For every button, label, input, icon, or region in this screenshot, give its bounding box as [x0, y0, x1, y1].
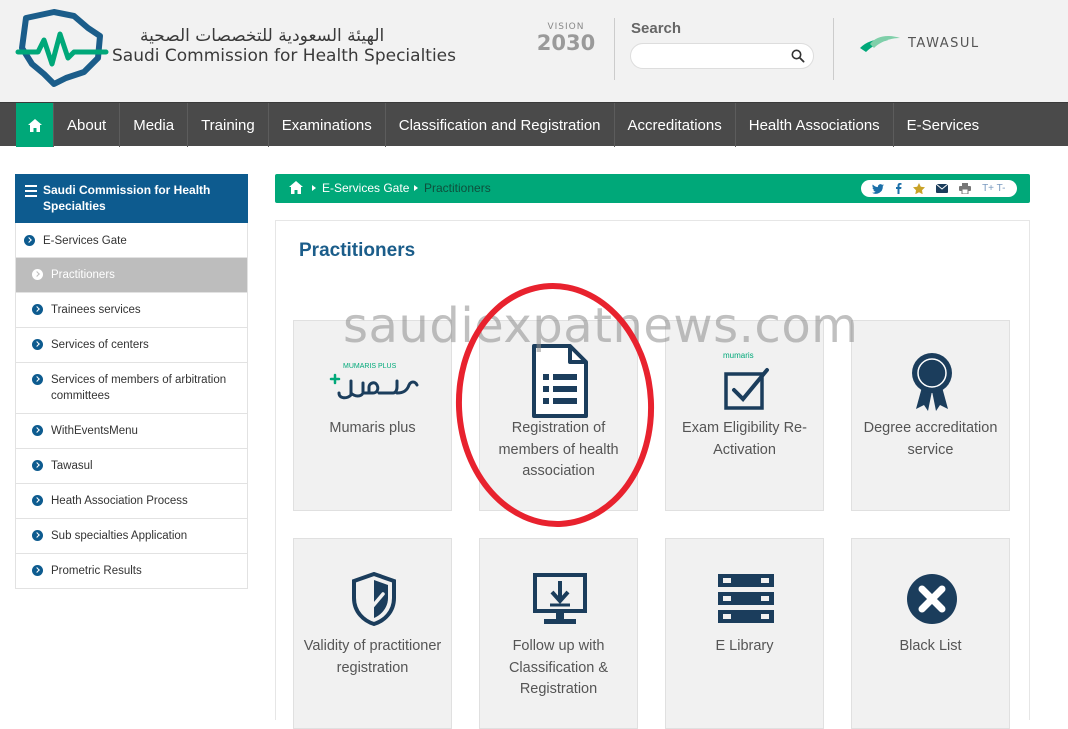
- sidebar-item-label: WithEventsMenu: [51, 425, 138, 437]
- twitter-icon[interactable]: [872, 183, 885, 194]
- sidebar-item-label: Sub specialties Application: [51, 530, 188, 542]
- sidebar-header: Saudi Commission for Health Specialties: [15, 174, 248, 223]
- breadcrumb-link-e-services-gate[interactable]: E-Services Gate: [322, 181, 409, 195]
- favorite-star-icon[interactable]: [913, 183, 926, 194]
- sidebar-item-sub-specialties[interactable]: Sub specialties Application: [15, 519, 248, 554]
- chevron-right-icon: [32, 460, 43, 471]
- chevron-right-icon: [32, 304, 43, 315]
- chevron-right-icon: [32, 269, 43, 280]
- facebook-icon[interactable]: [895, 183, 902, 194]
- header-divider: [614, 18, 615, 80]
- page-title: Practitioners: [299, 240, 416, 261]
- nav-item-classification[interactable]: Classification and Registration: [384, 103, 614, 147]
- search-icon[interactable]: [791, 49, 805, 63]
- scfhs-logo-icon[interactable]: [14, 8, 110, 88]
- org-name-english: Saudi Commission for Health Specialties: [112, 46, 456, 66]
- page-tools: T+ T-: [861, 180, 1017, 197]
- nav-home-button[interactable]: [16, 103, 53, 147]
- sidebar-item-label: Services of centers: [51, 339, 149, 351]
- tawasul-icon: [860, 36, 900, 52]
- card-label: Black List: [899, 638, 962, 654]
- font-size-controls[interactable]: T+ T-: [982, 183, 1005, 194]
- award-ribbon-icon: [852, 345, 1011, 417]
- sidebar-item-arbitration-committees[interactable]: Services of members of arbitration commi…: [15, 363, 248, 414]
- sidebar-item-label: Heath Association Process: [51, 495, 188, 507]
- card-label: Mumaris plus: [329, 420, 416, 436]
- card-black-list[interactable]: Black List: [851, 538, 1010, 729]
- shield-check-icon: [294, 563, 453, 635]
- card-validity-registration[interactable]: Validity of practitioner registration: [293, 538, 452, 729]
- card-label: Validity of practitioner registration: [303, 638, 442, 676]
- search-input[interactable]: [641, 44, 791, 68]
- breadcrumb-separator-icon: [312, 185, 316, 191]
- tawasul-label: TAWASUL: [908, 35, 980, 51]
- sidebar-item-tawasul[interactable]: Tawasul: [15, 449, 248, 484]
- sidebar-item-e-services-gate[interactable]: E-Services Gate: [15, 223, 248, 258]
- vision-year: 2030: [536, 31, 596, 55]
- document-list-icon: [480, 344, 639, 418]
- chevron-right-icon: [32, 374, 43, 385]
- nav-item-training[interactable]: Training: [187, 103, 268, 147]
- close-circle-icon: [852, 563, 1011, 635]
- header-divider: [833, 18, 834, 80]
- card-follow-up-classification[interactable]: Follow up with Classification & Registra…: [479, 538, 638, 729]
- vision-2030-logo: VISION 2030: [534, 22, 598, 64]
- mumaris-plus-logo-icon: MUMARIS PLUS: [294, 345, 453, 417]
- org-name-arabic: الهيئة السعودية للتخصصات الصحية: [140, 26, 385, 46]
- chevron-right-icon: [32, 530, 43, 541]
- card-degree-accreditation[interactable]: Degree accreditation service: [851, 320, 1010, 511]
- chevron-right-icon: [32, 495, 43, 506]
- sidebar-item-label: Tawasul: [51, 460, 93, 472]
- sidebar-item-health-association-process[interactable]: Heath Association Process: [15, 484, 248, 519]
- monitor-download-icon: [480, 563, 639, 635]
- card-e-library[interactable]: E Library: [665, 538, 824, 729]
- breadcrumb: E-Services Gate Practitioners T+ T-: [275, 174, 1030, 203]
- sidebar: Saudi Commission for Health Specialties …: [15, 174, 248, 589]
- home-icon: [27, 118, 42, 132]
- mumaris-plus-logo-text: MUMARIS PLUS: [343, 363, 397, 370]
- nav-item-media[interactable]: Media: [119, 103, 187, 147]
- card-label: Follow up with Classification & Registra…: [508, 638, 609, 697]
- print-icon[interactable]: [959, 183, 972, 194]
- sidebar-item-label: Services of members of arbitration commi…: [51, 374, 227, 402]
- nav-item-examinations[interactable]: Examinations: [267, 103, 385, 147]
- sidebar-item-trainees-services[interactable]: Trainees services: [15, 293, 248, 328]
- sidebar-item-practitioners[interactable]: Practitioners: [15, 258, 248, 293]
- card-label: E Library: [715, 638, 774, 654]
- email-icon[interactable]: [936, 184, 949, 193]
- breadcrumb-current: Practitioners: [424, 181, 491, 195]
- sidebar-item-services-of-centers[interactable]: Services of centers: [15, 328, 248, 363]
- search-box: [630, 43, 814, 69]
- breadcrumb-separator-icon: [414, 185, 418, 191]
- chevron-right-icon: [24, 235, 35, 246]
- tawasul-logo[interactable]: TAWASUL: [858, 30, 980, 56]
- bookshelf-icon: [666, 563, 825, 635]
- chevron-right-icon: [32, 425, 43, 436]
- nav-item-health-associations[interactable]: Health Associations: [734, 103, 893, 147]
- watermark: saudiexpatnews.com: [343, 298, 859, 354]
- menu-icon: [25, 185, 37, 200]
- sidebar-title: Saudi Commission for Health Specialties: [43, 183, 211, 213]
- nav-items: About Media Training Examinations Classi…: [53, 103, 992, 147]
- main-nav: About Media Training Examinations Classi…: [0, 102, 1068, 147]
- nav-item-about[interactable]: About: [53, 103, 119, 147]
- card-label: Degree accreditation service: [863, 420, 998, 458]
- search-label: Search: [631, 20, 682, 37]
- chevron-right-icon: [32, 565, 43, 576]
- nav-item-accreditations[interactable]: Accreditations: [613, 103, 735, 147]
- site-header: الهيئة السعودية للتخصصات الصحية Saudi Co…: [0, 0, 1068, 102]
- nav-item-e-services[interactable]: E-Services: [892, 103, 993, 147]
- sidebar-item-with-events-menu[interactable]: WithEventsMenu: [15, 414, 248, 449]
- sidebar-item-label: Trainees services: [51, 304, 141, 316]
- home-icon[interactable]: [289, 181, 303, 194]
- checkbox-icon: mumaris: [666, 345, 825, 417]
- sidebar-item-prometric-results[interactable]: Prometric Results: [15, 554, 248, 589]
- card-label: Exam Eligibility Re-Activation: [682, 420, 807, 458]
- sidebar-item-label: E-Services Gate: [43, 235, 127, 247]
- sidebar-item-label: Practitioners: [51, 269, 115, 281]
- chevron-right-icon: [32, 339, 43, 350]
- sidebar-item-label: Prometric Results: [51, 565, 142, 577]
- card-label: Registration of members of health associ…: [498, 420, 619, 479]
